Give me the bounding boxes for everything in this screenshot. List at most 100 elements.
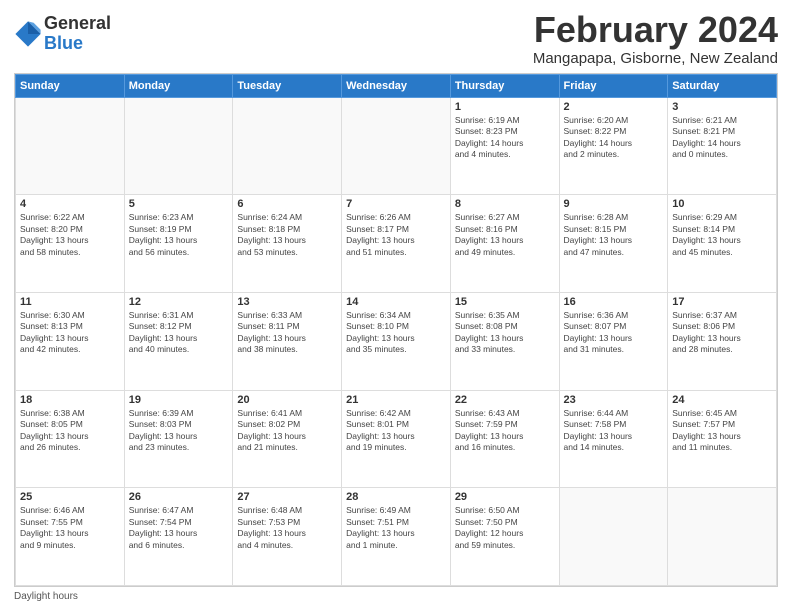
day-info: Sunrise: 6:23 AM Sunset: 8:19 PM Dayligh… — [129, 212, 229, 258]
day-number: 4 — [20, 198, 120, 210]
calendar-week-row: 11 Sunrise: 6:30 AM Sunset: 8:13 PM Dayli… — [16, 292, 777, 390]
calendar-header-row: SundayMondayTuesdayWednesdayThursdayFrid… — [16, 74, 777, 97]
calendar-day-cell: 23 Sunrise: 6:44 AM Sunset: 7:58 PM Dayli… — [559, 390, 668, 488]
calendar-day-cell: 18Sunrise: 6:38 AM Sunset: 8:05 PM Dayli… — [16, 390, 125, 488]
day-info: Sunrise: 6:47 AM Sunset: 7:54 PM Dayligh… — [129, 505, 229, 551]
day-info: Sunrise: 6:46 AM Sunset: 7:55 PM Dayligh… — [20, 505, 120, 551]
logo: General Blue — [14, 14, 111, 54]
day-number: 1 — [455, 101, 555, 113]
calendar-day-cell: 17 Sunrise: 6:37 AM Sunset: 8:06 PM Dayli… — [668, 292, 777, 390]
calendar-day-cell: 16 Sunrise: 6:36 AM Sunset: 8:07 PM Dayli… — [559, 292, 668, 390]
calendar-day-cell: 13 Sunrise: 6:33 AM Sunset: 8:11 PM Dayli… — [233, 292, 342, 390]
calendar-day-cell: 3 Sunrise: 6:21 AM Sunset: 8:21 PM Daylig… — [668, 97, 777, 195]
day-number: 24 — [672, 394, 772, 406]
calendar-day-cell: 12 Sunrise: 6:31 AM Sunset: 8:12 PM Dayli… — [124, 292, 233, 390]
calendar-day-cell: 11 Sunrise: 6:30 AM Sunset: 8:13 PM Dayli… — [16, 292, 125, 390]
day-info: Sunrise: 6:38 AM Sunset: 8:05 PM Dayligh… — [20, 408, 120, 454]
day-number: 10 — [672, 198, 772, 210]
day-info: Sunrise: 6:29 AM Sunset: 8:14 PM Dayligh… — [672, 212, 772, 258]
day-info: Sunrise: 6:31 AM Sunset: 8:12 PM Dayligh… — [129, 310, 229, 356]
day-number: 15 — [455, 296, 555, 308]
day-info: Sunrise: 6:41 AM Sunset: 8:02 PM Dayligh… — [237, 408, 337, 454]
day-number: 5 — [129, 198, 229, 210]
day-info: Sunrise: 6:48 AM Sunset: 7:53 PM Dayligh… — [237, 505, 337, 551]
day-info: Sunrise: 6:21 AM Sunset: 8:21 PM Dayligh… — [672, 115, 772, 161]
calendar-week-row: 25 Sunrise: 6:46 AM Sunset: 7:55 PM Dayli… — [16, 488, 777, 586]
day-info: Sunrise: 6:43 AM Sunset: 7:59 PM Dayligh… — [455, 408, 555, 454]
calendar-day-cell: 28Sunrise: 6:49 AM Sunset: 7:51 PM Dayli… — [342, 488, 451, 586]
day-info: Sunrise: 6:22 AM Sunset: 8:20 PM Dayligh… — [20, 212, 120, 258]
day-info: Sunrise: 6:36 AM Sunset: 8:07 PM Dayligh… — [564, 310, 664, 356]
day-info: Sunrise: 6:20 AM Sunset: 8:22 PM Dayligh… — [564, 115, 664, 161]
day-number: 23 — [564, 394, 664, 406]
day-number: 22 — [455, 394, 555, 406]
calendar-day-cell: 19Sunrise: 6:39 AM Sunset: 8:03 PM Dayli… — [124, 390, 233, 488]
calendar-day-header: Thursday — [450, 74, 559, 97]
day-number: 9 — [564, 198, 664, 210]
calendar-day-cell — [559, 488, 668, 586]
day-number: 27 — [237, 491, 337, 503]
calendar-day-cell: 2Sunrise: 6:20 AM Sunset: 8:22 PM Daylig… — [559, 97, 668, 195]
calendar-day-cell: 22 Sunrise: 6:43 AM Sunset: 7:59 PM Dayli… — [450, 390, 559, 488]
calendar-day-header: Monday — [124, 74, 233, 97]
calendar-day-cell — [124, 97, 233, 195]
day-number: 3 — [672, 101, 772, 113]
day-number: 14 — [346, 296, 446, 308]
calendar-body: 1 Sunrise: 6:19 AM Sunset: 8:23 PM Daylig… — [16, 97, 777, 585]
day-number: 25 — [20, 491, 120, 503]
day-info: Sunrise: 6:26 AM Sunset: 8:17 PM Dayligh… — [346, 212, 446, 258]
calendar: SundayMondayTuesdayWednesdayThursdayFrid… — [14, 73, 778, 587]
calendar-week-row: 1 Sunrise: 6:19 AM Sunset: 8:23 PM Daylig… — [16, 97, 777, 195]
calendar-day-cell: 6Sunrise: 6:24 AM Sunset: 8:18 PM Daylig… — [233, 195, 342, 293]
calendar-day-cell — [233, 97, 342, 195]
day-info: Sunrise: 6:27 AM Sunset: 8:16 PM Dayligh… — [455, 212, 555, 258]
logo-general-text: General — [44, 14, 111, 34]
calendar-day-cell: 7 Sunrise: 6:26 AM Sunset: 8:17 PM Daylig… — [342, 195, 451, 293]
day-number: 21 — [346, 394, 446, 406]
day-info: Sunrise: 6:42 AM Sunset: 8:01 PM Dayligh… — [346, 408, 446, 454]
day-number: 16 — [564, 296, 664, 308]
day-info: Sunrise: 6:44 AM Sunset: 7:58 PM Dayligh… — [564, 408, 664, 454]
day-info: Sunrise: 6:30 AM Sunset: 8:13 PM Dayligh… — [20, 310, 120, 356]
day-number: 19 — [129, 394, 229, 406]
day-info: Sunrise: 6:19 AM Sunset: 8:23 PM Dayligh… — [455, 115, 555, 161]
day-info: Sunrise: 6:34 AM Sunset: 8:10 PM Dayligh… — [346, 310, 446, 356]
day-info: Sunrise: 6:24 AM Sunset: 8:18 PM Dayligh… — [237, 212, 337, 258]
page-subtitle: Mangapapa, Gisborne, New Zealand — [533, 50, 778, 67]
day-info: Sunrise: 6:50 AM Sunset: 7:50 PM Dayligh… — [455, 505, 555, 551]
calendar-day-cell — [16, 97, 125, 195]
day-number: 26 — [129, 491, 229, 503]
calendar-day-cell: 25 Sunrise: 6:46 AM Sunset: 7:55 PM Dayli… — [16, 488, 125, 586]
logo-blue-text: Blue — [44, 34, 111, 54]
calendar-day-cell: 14 Sunrise: 6:34 AM Sunset: 8:10 PM Dayli… — [342, 292, 451, 390]
calendar-week-row: 4 Sunrise: 6:22 AM Sunset: 8:20 PM Daylig… — [16, 195, 777, 293]
day-info: Sunrise: 6:33 AM Sunset: 8:11 PM Dayligh… — [237, 310, 337, 356]
calendar-day-cell: 20 Sunrise: 6:41 AM Sunset: 8:02 PM Dayli… — [233, 390, 342, 488]
calendar-day-cell: 26 Sunrise: 6:47 AM Sunset: 7:54 PM Dayli… — [124, 488, 233, 586]
calendar-day-cell — [668, 488, 777, 586]
calendar-day-header: Sunday — [16, 74, 125, 97]
day-number: 12 — [129, 296, 229, 308]
calendar-day-cell — [342, 97, 451, 195]
day-info: Sunrise: 6:37 AM Sunset: 8:06 PM Dayligh… — [672, 310, 772, 356]
calendar-week-row: 18Sunrise: 6:38 AM Sunset: 8:05 PM Dayli… — [16, 390, 777, 488]
calendar-day-cell: 15 Sunrise: 6:35 AM Sunset: 8:08 PM Dayli… — [450, 292, 559, 390]
day-number: 7 — [346, 198, 446, 210]
calendar-day-cell: 29 Sunrise: 6:50 AM Sunset: 7:50 PM Dayli… — [450, 488, 559, 586]
calendar-day-cell: 24Sunrise: 6:45 AM Sunset: 7:57 PM Dayli… — [668, 390, 777, 488]
day-number: 20 — [237, 394, 337, 406]
day-number: 13 — [237, 296, 337, 308]
day-number: 17 — [672, 296, 772, 308]
day-info: Sunrise: 6:35 AM Sunset: 8:08 PM Dayligh… — [455, 310, 555, 356]
day-number: 28 — [346, 491, 446, 503]
calendar-day-cell: 4 Sunrise: 6:22 AM Sunset: 8:20 PM Daylig… — [16, 195, 125, 293]
day-number: 11 — [20, 296, 120, 308]
calendar-day-cell: 21 Sunrise: 6:42 AM Sunset: 8:01 PM Dayli… — [342, 390, 451, 488]
calendar-day-cell: 10 Sunrise: 6:29 AM Sunset: 8:14 PM Dayli… — [668, 195, 777, 293]
calendar-day-header: Saturday — [668, 74, 777, 97]
calendar-day-cell: 5 Sunrise: 6:23 AM Sunset: 8:19 PM Daylig… — [124, 195, 233, 293]
day-number: 29 — [455, 491, 555, 503]
calendar-day-header: Wednesday — [342, 74, 451, 97]
day-number: 8 — [455, 198, 555, 210]
logo-icon — [14, 20, 42, 48]
